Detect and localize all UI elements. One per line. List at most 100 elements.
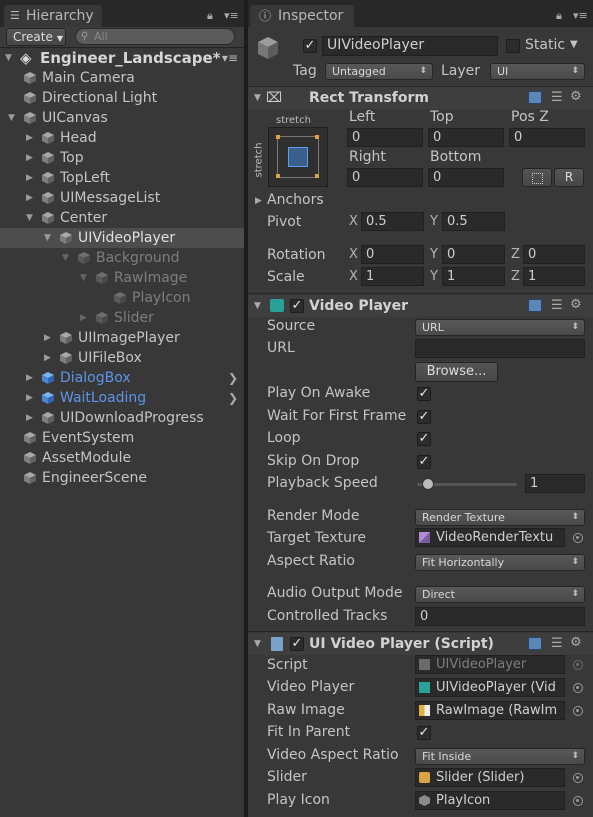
hierarchy-item[interactable]: Directional Light: [0, 88, 244, 108]
scale-z-input[interactable]: 1: [523, 267, 585, 286]
hierarchy-item[interactable]: ▼ UICanvas: [0, 108, 244, 128]
help-book-icon[interactable]: [528, 637, 542, 650]
gear-icon[interactable]: ⚙︎: [570, 635, 582, 650]
hierarchy-item[interactable]: PlayIcon: [0, 288, 244, 308]
bottom-input[interactable]: 0: [428, 168, 504, 187]
expand-arrow-icon[interactable]: ▶: [26, 128, 38, 148]
hierarchy-item[interactable]: ▶ Top: [0, 148, 244, 168]
hierarchy-item[interactable]: ▶ WaitLoading ❯: [0, 388, 244, 408]
collapse-arrow-icon[interactable]: ▼: [26, 208, 38, 228]
rect-transform-header[interactable]: ▼ ⌧ Rect Transform ☰ ⚙︎: [248, 87, 593, 109]
expand-arrow-icon[interactable]: ▼: [5, 48, 17, 68]
hierarchy-item[interactable]: Main Camera: [0, 68, 244, 88]
hierarchy-item[interactable]: ▼ RawImage: [0, 268, 244, 288]
expand-arrow-icon[interactable]: ▶: [26, 388, 38, 408]
expand-arrow-icon[interactable]: ▶: [44, 348, 56, 368]
controlled-tracks-input[interactable]: 0: [415, 607, 585, 626]
pivot-y-input[interactable]: 0.5: [442, 212, 505, 231]
foldout-arrow-icon[interactable]: ▼: [254, 295, 261, 317]
video-player-enabled-checkbox[interactable]: ✓: [290, 299, 304, 313]
help-book-icon[interactable]: [528, 91, 542, 104]
hierarchy-item[interactable]: ▶ UIFileBox: [0, 348, 244, 368]
lock-icon[interactable]: 🔒︎: [556, 9, 562, 23]
rotation-z-input[interactable]: 0: [523, 245, 585, 264]
rotation-y-input[interactable]: 0: [442, 245, 505, 264]
expand-arrow-icon[interactable]: ▶: [44, 328, 56, 348]
collapse-arrow-icon[interactable]: ▼: [8, 108, 20, 128]
expand-arrow-icon[interactable]: ▶: [26, 148, 38, 168]
object-picker-icon[interactable]: [573, 683, 583, 693]
hierarchy-item[interactable]: ▶ DialogBox ❯: [0, 368, 244, 388]
hierarchy-item[interactable]: ▶ Slider: [0, 308, 244, 328]
collapse-arrow-icon[interactable]: ▼: [62, 248, 74, 268]
object-name-input[interactable]: UIVideoPlayer: [322, 36, 498, 56]
wait-first-frame-checkbox[interactable]: ✓: [417, 410, 431, 424]
active-checkbox[interactable]: ✓: [303, 39, 317, 53]
inspector-tab[interactable]: ⓘ Inspector: [250, 5, 354, 27]
playback-speed-slider-thumb[interactable]: [422, 478, 434, 490]
anchors-label[interactable]: Anchors: [267, 191, 324, 209]
lock-icon[interactable]: 🔒︎: [207, 9, 213, 23]
playback-speed-input[interactable]: 1: [525, 474, 585, 493]
expand-arrow-icon[interactable]: ▶: [80, 308, 92, 328]
anchor-presets-button[interactable]: [268, 127, 328, 187]
expand-arrow-icon[interactable]: ▶: [26, 408, 38, 428]
render-mode-dropdown[interactable]: Render Texture: [415, 509, 585, 526]
gear-icon[interactable]: ⚙︎: [570, 297, 582, 312]
object-picker-icon[interactable]: [573, 706, 583, 716]
aspect-ratio-dropdown[interactable]: Fit Horizontally: [415, 554, 585, 571]
raw-edit-button[interactable]: R: [554, 168, 584, 187]
hierarchy-item[interactable]: ▶ TopLeft: [0, 168, 244, 188]
raw-image-field[interactable]: RawImage (RawIm: [415, 701, 565, 720]
skip-on-drop-checkbox[interactable]: ✓: [417, 455, 431, 469]
layer-dropdown[interactable]: UI: [490, 63, 585, 80]
hierarchy-item[interactable]: ▶ UIImagePlayer: [0, 328, 244, 348]
collapse-arrow-icon[interactable]: ▼: [44, 228, 56, 248]
video-aspect-ratio-dropdown[interactable]: Fit Inside: [415, 748, 585, 765]
audio-output-dropdown[interactable]: Direct: [415, 586, 585, 603]
posz-input[interactable]: 0: [509, 128, 585, 147]
object-picker-icon[interactable]: [573, 796, 583, 806]
script-enabled-checkbox[interactable]: ✓: [290, 637, 304, 651]
hierarchy-item[interactable]: ▶ UIMessageList: [0, 188, 244, 208]
url-input[interactable]: [415, 339, 585, 358]
video-player-ref-field[interactable]: UIVideoPlayer (Vid: [415, 678, 565, 697]
hierarchy-tab[interactable]: ☰ Hierarchy: [4, 5, 102, 27]
expand-arrow-icon[interactable]: ▶: [26, 368, 38, 388]
hierarchy-item[interactable]: ▶ UIDownloadProgress: [0, 408, 244, 428]
play-icon-field[interactable]: PlayIcon: [415, 791, 565, 810]
collapse-arrow-icon[interactable]: ▼: [80, 268, 92, 288]
chevron-right-icon[interactable]: ❯: [228, 388, 238, 408]
script-component-header[interactable]: ▼ ✓ UI Video Player (Script) ☰ ⚙︎: [248, 633, 593, 655]
hierarchy-item[interactable]: AssetModule: [0, 448, 244, 468]
hierarchy-item[interactable]: ▼ Background: [0, 248, 244, 268]
menu-icon[interactable]: ▾≡: [573, 9, 588, 22]
slider-field[interactable]: Slider (Slider): [415, 768, 565, 787]
blueprint-mode-button[interactable]: [522, 168, 552, 187]
expand-arrow-icon[interactable]: ▶: [26, 168, 38, 188]
rotation-x-input[interactable]: 0: [361, 245, 424, 264]
play-on-awake-checkbox[interactable]: ✓: [417, 387, 431, 401]
foldout-arrow-icon[interactable]: ▼: [254, 87, 261, 109]
help-book-icon[interactable]: [528, 299, 542, 312]
scene-row[interactable]: ▼ ◈ Engineer_Landscape* ▾≡: [0, 48, 244, 68]
anchors-foldout-icon[interactable]: ▶: [255, 192, 262, 210]
hierarchy-item[interactable]: ▼ UIVideoPlayer: [0, 228, 244, 248]
scale-y-input[interactable]: 1: [442, 267, 505, 286]
top-input[interactable]: 0: [428, 128, 504, 147]
object-picker-icon[interactable]: [573, 533, 583, 543]
loop-checkbox[interactable]: ✓: [417, 432, 431, 446]
foldout-arrow-icon[interactable]: ▼: [254, 633, 261, 655]
preset-sliders-icon[interactable]: ☰: [551, 636, 563, 651]
chevron-right-icon[interactable]: ❯: [228, 368, 238, 388]
right-input[interactable]: 0: [347, 168, 423, 187]
gear-icon[interactable]: ⚙︎: [570, 89, 582, 104]
preset-sliders-icon[interactable]: ☰: [551, 298, 563, 313]
left-input[interactable]: 0: [347, 128, 423, 147]
static-dropdown-icon[interactable]: ▼: [570, 36, 578, 54]
scene-menu-icon[interactable]: ▾≡: [222, 48, 238, 68]
expand-arrow-icon[interactable]: ▶: [26, 188, 38, 208]
hierarchy-item[interactable]: ▼ Center: [0, 208, 244, 228]
fit-in-parent-checkbox[interactable]: ✓: [417, 726, 431, 740]
tag-dropdown[interactable]: Untagged: [325, 63, 433, 80]
